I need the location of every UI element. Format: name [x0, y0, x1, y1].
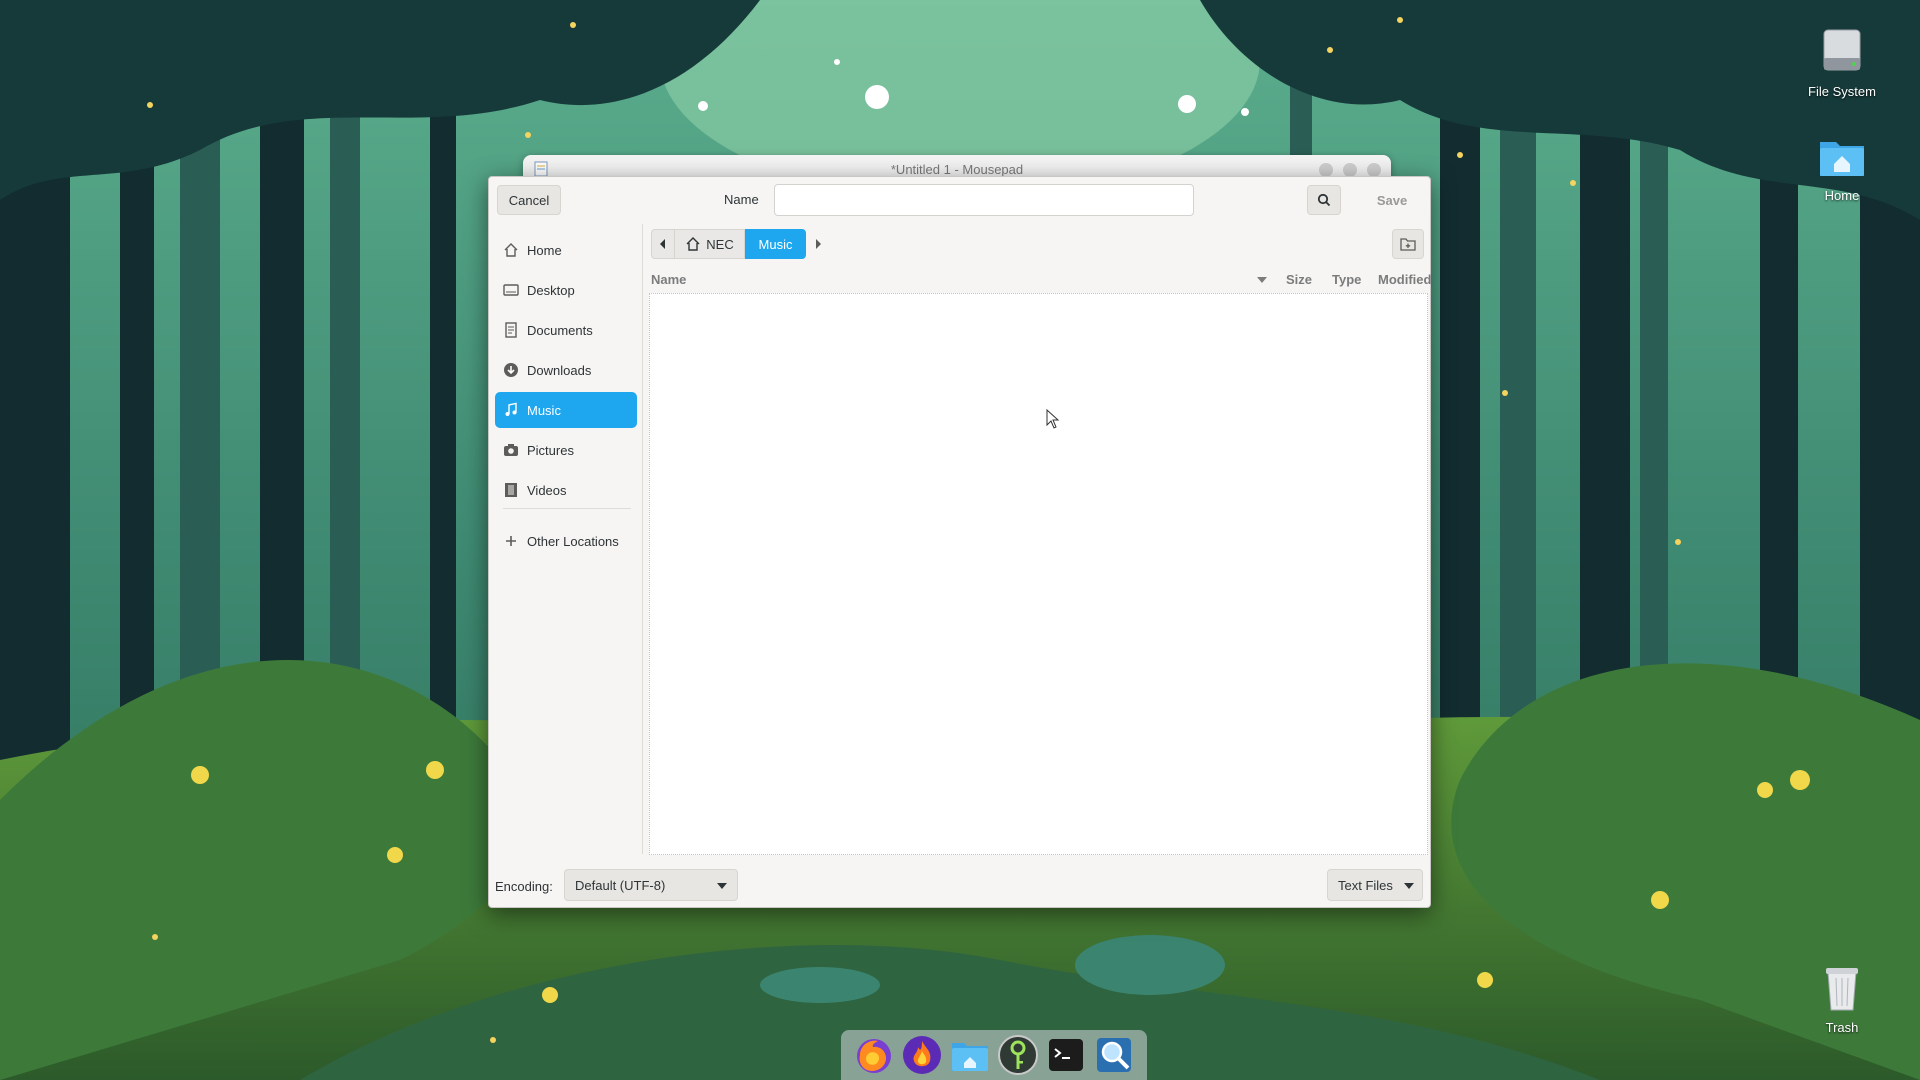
- sort-descending-icon[interactable]: [1257, 277, 1267, 283]
- save-button[interactable]: Save: [1361, 185, 1423, 215]
- desktop-icon: [503, 284, 519, 296]
- encoding-value: Default (UTF-8): [575, 877, 666, 893]
- home-folder-icon: [1820, 142, 1864, 176]
- sidebar-item-label: Downloads: [527, 362, 592, 378]
- path-scroll-right-button[interactable]: [806, 229, 830, 259]
- music-icon: [505, 402, 517, 416]
- firefox-icon[interactable]: [852, 1033, 896, 1077]
- plus-icon: [506, 536, 516, 546]
- desktop-icon-label: Trash: [1825, 1020, 1859, 1035]
- sidebar-item-label: Pictures: [527, 442, 574, 458]
- documents-icon: [505, 322, 517, 338]
- sidebar-item-desktop[interactable]: Desktop: [495, 272, 637, 308]
- column-header-modified[interactable]: Modified: [1378, 272, 1431, 287]
- new-folder-icon: [1400, 238, 1416, 251]
- flame-icon[interactable]: [900, 1033, 944, 1077]
- sidebar-item-pictures[interactable]: Pictures: [495, 432, 637, 468]
- path-scroll-left-button[interactable]: [651, 229, 675, 259]
- trash-icon: [1826, 968, 1858, 1011]
- file-list-header: Name Size Type Modified: [649, 267, 1431, 291]
- desktop-icon-label: File System: [1808, 84, 1876, 99]
- desktop-icon-file-system[interactable]: File System: [1787, 24, 1897, 99]
- sidebar-item-documents[interactable]: Documents: [495, 312, 637, 348]
- home-icon: [686, 237, 700, 251]
- path-crumb-home[interactable]: NEC: [675, 229, 745, 259]
- minimize-button[interactable]: [1319, 163, 1333, 177]
- close-button[interactable]: [1367, 163, 1381, 177]
- name-label: Name: [724, 192, 759, 207]
- magnifier-icon[interactable]: [1092, 1033, 1136, 1077]
- create-folder-button[interactable]: [1392, 229, 1424, 259]
- sidebar-item-other-locations[interactable]: Other Locations: [495, 523, 637, 559]
- column-header-size[interactable]: Size: [1286, 272, 1312, 287]
- sidebar-item-label: Documents: [527, 322, 593, 338]
- path-crumb-current[interactable]: Music: [745, 229, 806, 259]
- sidebar-item-label: Videos: [527, 482, 567, 498]
- encoding-dropdown[interactable]: Default (UTF-8): [564, 869, 738, 901]
- path-crumb-label: NEC: [706, 236, 734, 252]
- chevron-down-icon: [1404, 883, 1414, 889]
- desktop-icon-trash[interactable]: Trash: [1787, 960, 1897, 1035]
- cancel-button[interactable]: Cancel: [497, 185, 561, 215]
- places-sidebar: Home Desktop Documents Downloads Music P…: [489, 224, 643, 854]
- sidebar-item-music[interactable]: Music: [495, 392, 637, 428]
- chevron-down-icon: [717, 883, 727, 889]
- dock: [841, 1030, 1147, 1080]
- mouse-cursor-icon: [1046, 409, 1060, 429]
- files-icon[interactable]: [948, 1033, 992, 1077]
- sidebar-item-label: Music: [527, 402, 561, 418]
- save-file-dialog: Cancel Name Save Home Desktop Documents …: [488, 176, 1431, 908]
- sidebar-item-label: Desktop: [527, 282, 575, 298]
- desktop-icon-label: Home: [1824, 188, 1860, 203]
- sidebar-separator: [503, 508, 631, 509]
- sidebar-item-downloads[interactable]: Downloads: [495, 352, 637, 388]
- search-button[interactable]: [1307, 185, 1341, 215]
- sidebar-item-label: Other Locations: [527, 533, 619, 549]
- sidebar-item-home[interactable]: Home: [495, 232, 637, 268]
- file-type-filter-dropdown[interactable]: Text Files: [1327, 869, 1423, 901]
- column-header-name[interactable]: Name: [651, 272, 686, 287]
- column-header-type[interactable]: Type: [1332, 272, 1361, 287]
- path-bar: NEC Music: [651, 229, 830, 259]
- search-icon: [1317, 193, 1331, 207]
- encoding-label: Encoding:: [495, 879, 553, 894]
- sidebar-item-label: Home: [527, 242, 562, 258]
- downloads-icon: [504, 363, 518, 377]
- filename-input[interactable]: [774, 184, 1194, 216]
- maximize-button[interactable]: [1343, 163, 1357, 177]
- file-type-filter-value: Text Files: [1338, 877, 1393, 893]
- terminal-icon[interactable]: [1044, 1033, 1088, 1077]
- chevron-right-icon: [816, 239, 821, 249]
- sidebar-item-videos[interactable]: Videos: [495, 472, 637, 508]
- window-title: *Untitled 1 - Mousepad: [890, 162, 1024, 177]
- camera-icon: [504, 444, 518, 456]
- film-icon: [505, 483, 517, 497]
- desktop-icon-home[interactable]: Home: [1787, 128, 1897, 203]
- file-list[interactable]: [649, 293, 1428, 855]
- chevron-left-icon: [660, 239, 665, 249]
- keys-icon[interactable]: [996, 1033, 1040, 1077]
- path-crumb-label: Music: [758, 236, 793, 252]
- home-icon: [504, 243, 518, 257]
- drive-icon: [1823, 29, 1861, 71]
